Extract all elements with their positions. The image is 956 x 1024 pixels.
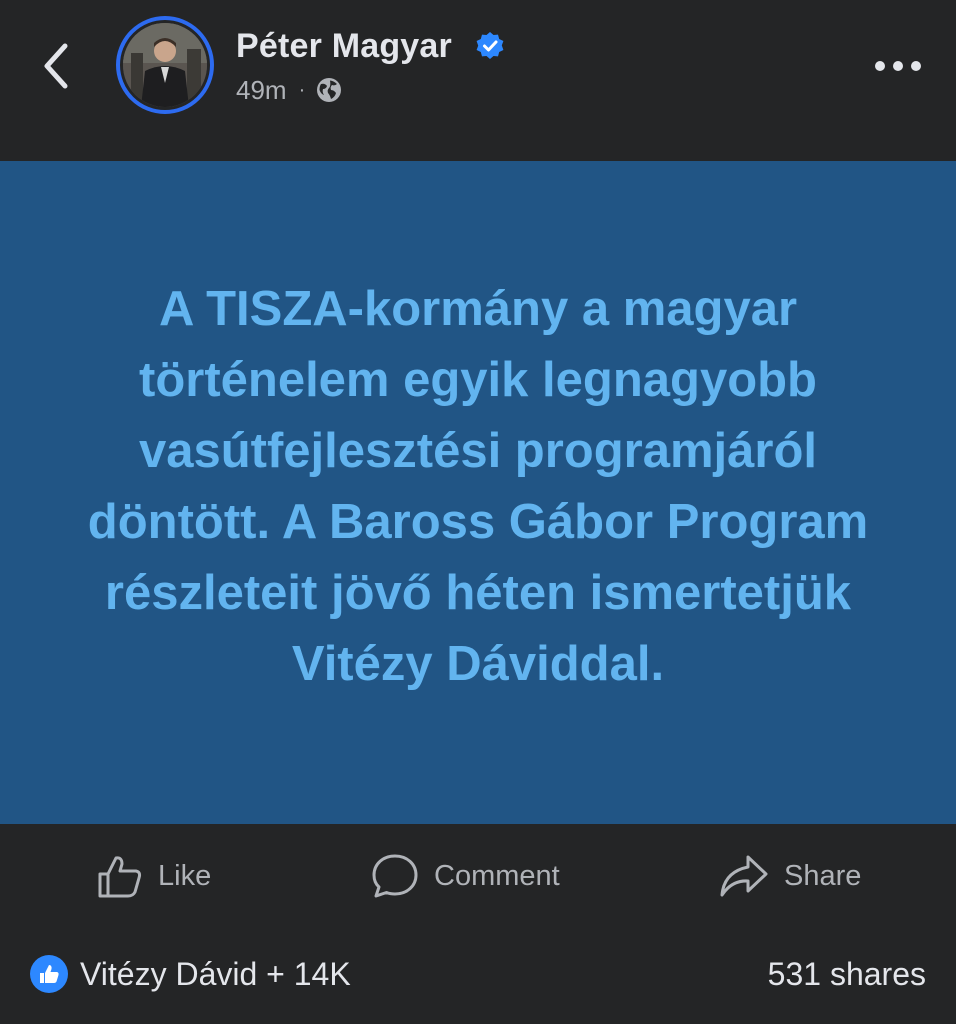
post-actions-bar: Like Comment Share [0,824,956,928]
avatar-image [123,23,207,107]
like-reaction-icon [30,955,68,993]
post-footer: Vitézy Dávid + 14K 531 shares [0,928,956,1024]
post-text: A TISZA-kormány a magyar történelem egyi… [87,281,869,691]
verified-badge-icon [476,32,504,59]
back-button[interactable] [28,38,84,94]
share-arrow-icon [720,855,768,897]
chevron-left-icon [44,43,68,89]
post-meta: 49m · [236,72,343,108]
like-button[interactable]: Like [96,850,211,902]
author-name[interactable]: Péter Magyar [236,26,452,66]
globe-icon [317,78,342,102]
meta-separator: · [298,78,306,101]
author-avatar[interactable] [116,16,214,114]
post-background: A TISZA-kormány a magyar történelem egyi… [0,161,956,824]
thumbs-up-icon [98,856,142,898]
shares-count[interactable]: 531 shares [768,950,926,998]
comment-button[interactable]: Comment [370,850,560,902]
post-view: Péter Magyar 49m · A TISZA-kormány a mag… [0,0,956,1024]
comment-label: Comment [434,859,560,892]
comment-bubble-icon [372,854,418,898]
reactions-summary[interactable]: Vitézy Dávid + 14K [30,950,351,998]
post-header: Péter Magyar 49m · [0,0,956,160]
more-horizontal-icon [875,61,921,71]
like-label: Like [158,859,212,892]
more-options-button[interactable] [868,44,928,88]
share-button[interactable]: Share [718,850,861,902]
share-label: Share [784,859,862,892]
reactions-text: Vitézy Dávid + 14K [80,955,351,992]
post-timestamp[interactable]: 49m [236,75,287,106]
